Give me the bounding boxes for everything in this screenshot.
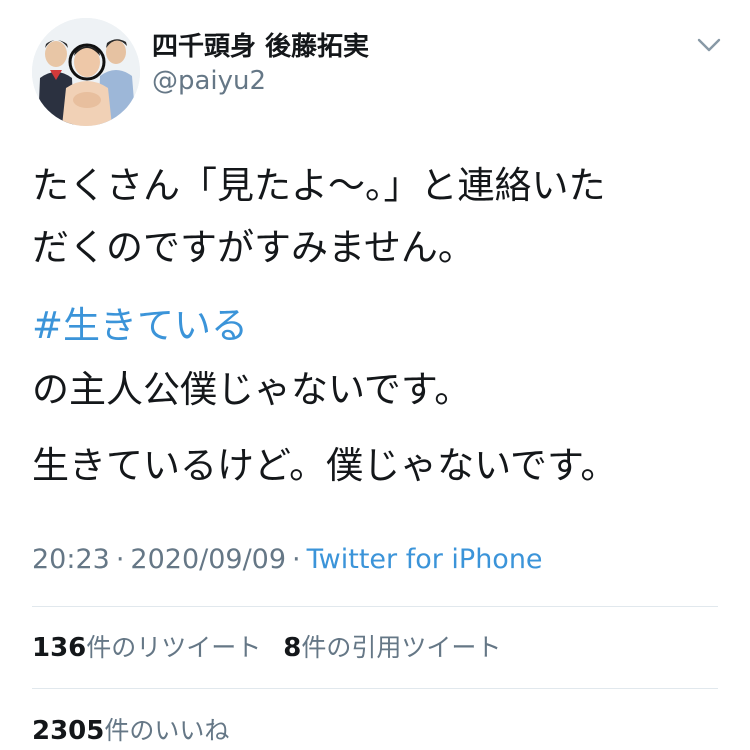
- avatar[interactable]: [32, 18, 140, 126]
- tweet-time: 20:23: [32, 544, 110, 575]
- retweets-stat[interactable]: 136件のリツイート: [32, 628, 261, 664]
- author-handle[interactable]: @paiyu2: [152, 66, 266, 96]
- tweet-detail: 四千頭身 後藤拓実 @paiyu2 たくさん「見たよ〜。」と連絡いた だくのです…: [0, 0, 750, 750]
- meta-separator: ·: [292, 544, 301, 575]
- tweet-meta: 20:23 · 2020/09/09 · Twitter for iPhone: [32, 544, 543, 575]
- likes-count: 2305: [32, 716, 105, 746]
- tweet-date: 2020/09/09: [130, 544, 287, 575]
- quotes-label: 件の引用ツイート: [301, 633, 502, 662]
- hashtag-link[interactable]: #生きている: [32, 304, 248, 348]
- tweet-source-link[interactable]: Twitter for iPhone: [307, 544, 543, 575]
- retweets-count: 136: [32, 633, 87, 663]
- engagement-row: 136件のリツイート 8件の引用ツイート: [32, 628, 523, 664]
- author-name[interactable]: 四千頭身 後藤拓実: [152, 26, 369, 63]
- profile-photo-image: [32, 18, 140, 126]
- chevron-down-icon[interactable]: [694, 30, 724, 60]
- likes-row: 2305件のいいね: [32, 711, 251, 747]
- divider: [32, 688, 718, 689]
- quotes-stat[interactable]: 8件の引用ツイート: [283, 628, 501, 664]
- meta-separator: ·: [115, 544, 125, 575]
- retweets-label: 件のリツイート: [86, 633, 262, 662]
- tweet-text-line: だくのですがすみません。: [32, 226, 475, 269]
- tweet-text-line: 生きているけど。僕じゃないです。: [32, 444, 618, 487]
- likes-stat[interactable]: 2305件のいいね: [32, 711, 229, 747]
- divider: [32, 606, 718, 607]
- tweet-text-line: たくさん「見たよ〜。」と連絡いた: [32, 164, 606, 207]
- likes-label: 件のいいね: [104, 716, 230, 745]
- tweet-text-line: の主人公僕じゃないです。: [32, 368, 472, 411]
- quotes-count: 8: [283, 633, 302, 663]
